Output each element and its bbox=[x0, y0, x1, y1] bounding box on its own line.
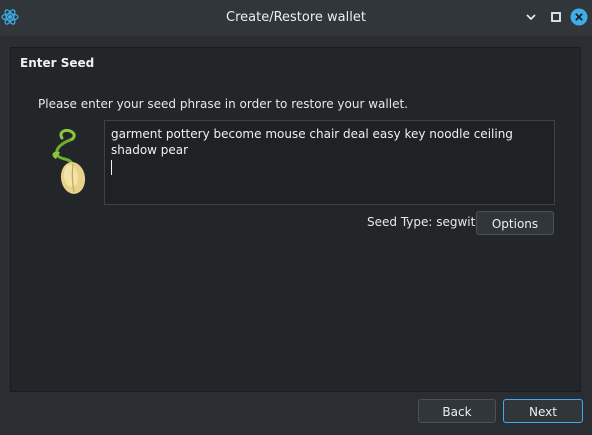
text-caret bbox=[111, 160, 112, 175]
instructions-text: Please enter your seed phrase in order t… bbox=[38, 97, 408, 111]
close-icon[interactable] bbox=[570, 8, 588, 26]
page-heading: Enter Seed bbox=[20, 56, 95, 70]
maximize-icon[interactable] bbox=[547, 8, 565, 26]
options-button[interactable]: Options bbox=[476, 211, 554, 235]
seed-input[interactable]: garment pottery become mouse chair deal … bbox=[104, 120, 555, 205]
title-bar: Create/Restore wallet bbox=[0, 0, 592, 36]
back-button[interactable]: Back bbox=[418, 399, 496, 423]
sprouting-seed-icon bbox=[52, 128, 86, 194]
seed-input-text: garment pottery become mouse chair deal … bbox=[111, 127, 513, 157]
window-title: Create/Restore wallet bbox=[226, 10, 366, 25]
next-button[interactable]: Next bbox=[503, 399, 583, 423]
minimize-icon[interactable] bbox=[522, 8, 540, 26]
seed-type-label: Seed Type: segwit bbox=[367, 215, 476, 229]
